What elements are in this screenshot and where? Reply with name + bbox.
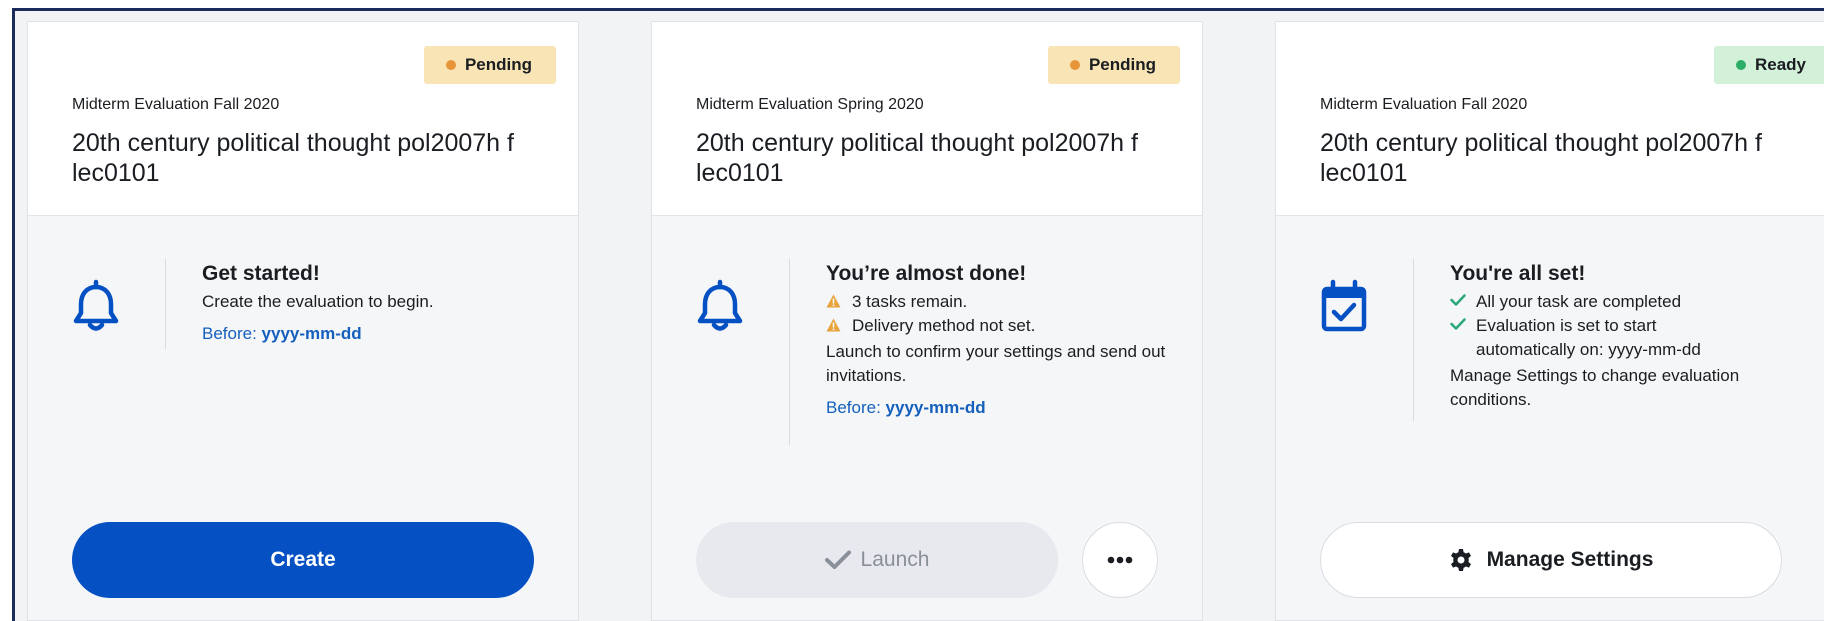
status-label: Pending bbox=[1088, 55, 1156, 74]
evaluation-card: Pending Midterm Evaluation Spring 2020 2… bbox=[651, 21, 1203, 621]
status-badge: Pending bbox=[423, 46, 556, 84]
warning-icon bbox=[826, 290, 852, 308]
card-header: Pending Midterm Evaluation Spring 2020 2… bbox=[652, 22, 1202, 216]
more-horizontal-icon bbox=[1107, 556, 1133, 564]
status-heading: You’re almost done! bbox=[826, 262, 1027, 285]
card-body: You're all set! All your task are comple… bbox=[1276, 217, 1824, 621]
launch-button[interactable]: Launch bbox=[696, 522, 1058, 598]
deadline-label: Before: bbox=[202, 324, 257, 343]
deadline-value: yyyy-mm-dd bbox=[261, 324, 362, 343]
course-title: 20th century political thought pol2007h … bbox=[696, 129, 1138, 187]
calendar-check-icon bbox=[1318, 279, 1370, 335]
deadline-value: yyyy-mm-dd bbox=[885, 398, 986, 417]
manage-settings-button[interactable]: Manage Settings bbox=[1320, 522, 1782, 598]
status-message: Get started! Create the evaluation to be… bbox=[202, 260, 562, 346]
deadline: Before: yyyy-mm-dd bbox=[826, 396, 1186, 420]
card-header: Ready Midterm Evaluation Fall 2020 20th … bbox=[1276, 22, 1824, 216]
course-title: 20th century political thought pol2007h … bbox=[1320, 129, 1762, 187]
status-message: You're all set! All your task are comple… bbox=[1450, 260, 1750, 412]
status-dot bbox=[1069, 60, 1080, 70]
status-dot bbox=[1735, 60, 1746, 70]
warning-icon bbox=[826, 314, 852, 332]
gear-icon bbox=[1449, 548, 1473, 572]
bell-icon bbox=[694, 279, 746, 335]
status-description: Manage Settings to change evaluation con… bbox=[1450, 366, 1740, 409]
card-header: Pending Midterm Evaluation Fall 2020 20t… bbox=[28, 22, 578, 216]
status-heading: Get started! bbox=[202, 262, 320, 285]
bell-icon bbox=[70, 279, 122, 335]
manage-settings-button-label: Manage Settings bbox=[1486, 548, 1654, 571]
launch-button-label: Launch bbox=[860, 548, 930, 571]
deadline: Before: yyyy-mm-dd bbox=[202, 322, 562, 346]
evaluation-card: Pending Midterm Evaluation Fall 2020 20t… bbox=[27, 21, 579, 621]
checkmark-icon bbox=[824, 550, 851, 570]
warning-text: Delivery method not set. bbox=[852, 316, 1036, 335]
check-text: All your task are completed bbox=[1476, 292, 1682, 311]
divider bbox=[789, 259, 790, 445]
card-body: Get started! Create the evaluation to be… bbox=[28, 217, 578, 621]
divider bbox=[165, 259, 166, 349]
evaluation-card: Ready Midterm Evaluation Fall 2020 20th … bbox=[1275, 21, 1824, 621]
check-icon bbox=[1450, 290, 1476, 306]
evaluation-term: Midterm Evaluation Fall 2020 bbox=[1320, 96, 1528, 113]
more-options-button[interactable] bbox=[1082, 522, 1158, 598]
evaluations-panel: Pending Midterm Evaluation Fall 2020 20t… bbox=[12, 8, 1824, 621]
card-body: You’re almost done! 3 tasks remain. Deli… bbox=[652, 217, 1202, 621]
status-description: Launch to confirm your settings and send… bbox=[826, 342, 1166, 385]
create-button-label: Create bbox=[270, 548, 336, 571]
check-text: Evaluation is set to start automatically… bbox=[1476, 316, 1701, 359]
warning-item: Delivery method not set. bbox=[826, 314, 1186, 338]
status-description: Create the evaluation to begin. bbox=[202, 292, 434, 311]
status-message: You’re almost done! 3 tasks remain. Deli… bbox=[826, 260, 1186, 420]
warning-text: 3 tasks remain. bbox=[852, 292, 968, 311]
deadline-label: Before: bbox=[826, 398, 881, 417]
check-item: Evaluation is set to start automatically… bbox=[1450, 314, 1750, 362]
create-button[interactable]: Create bbox=[72, 522, 534, 598]
check-icon bbox=[1450, 314, 1476, 330]
status-badge: Pending bbox=[1047, 46, 1180, 84]
check-item: All your task are completed bbox=[1450, 290, 1750, 314]
status-label: Ready bbox=[1754, 55, 1806, 74]
status-badge: Ready bbox=[1713, 46, 1824, 84]
evaluation-term: Midterm Evaluation Fall 2020 bbox=[72, 96, 280, 113]
course-title: 20th century political thought pol2007h … bbox=[72, 129, 514, 187]
status-dot bbox=[445, 60, 456, 70]
divider bbox=[1413, 259, 1414, 421]
status-label: Pending bbox=[464, 55, 532, 74]
evaluation-term: Midterm Evaluation Spring 2020 bbox=[696, 96, 924, 113]
status-heading: You're all set! bbox=[1450, 262, 1586, 285]
warning-item: 3 tasks remain. bbox=[826, 290, 1186, 314]
